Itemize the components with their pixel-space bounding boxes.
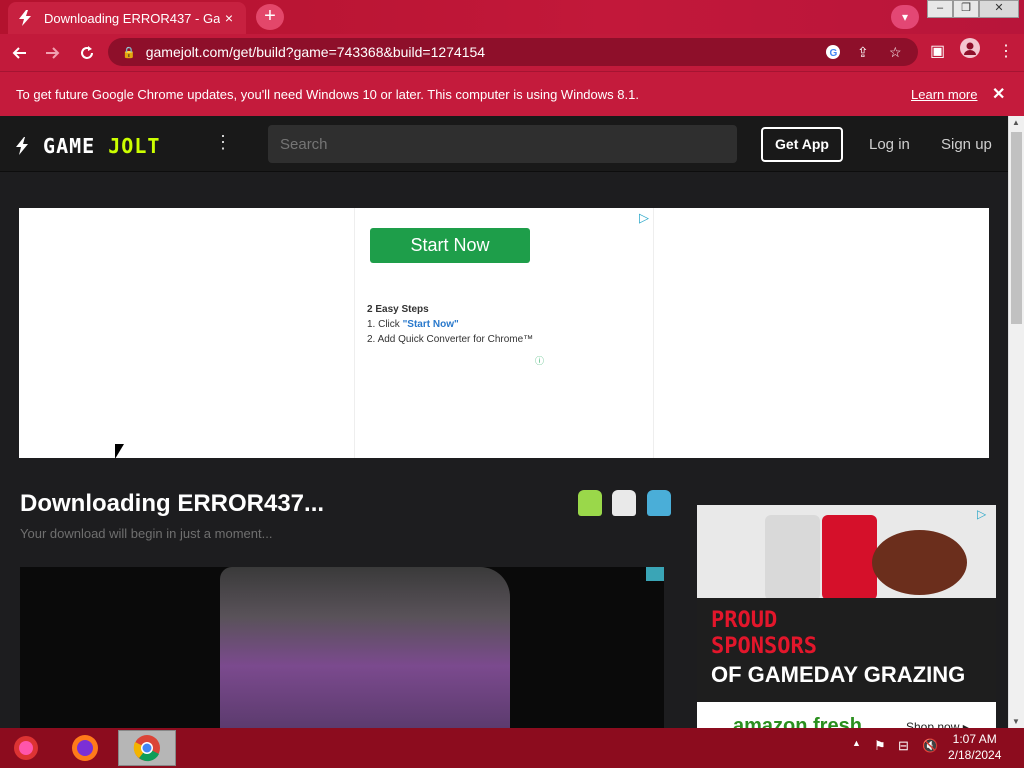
headline-line-1: PROUD [711,608,778,633]
ad-creative[interactable]: Start Now 2 Easy Steps 1. Click "Start N… [354,208,654,458]
video-product-image [220,567,510,728]
system-clock[interactable]: 1:07 AM 2/18/2024 [948,731,1001,763]
volume-muted-icon[interactable]: 🔇 [922,738,938,754]
share-icon[interactable]: ⇪ [857,44,869,61]
white-mascot-icon [612,490,637,516]
logo-game-text: GAME [43,134,96,158]
page-scrollbar[interactable]: ▲ ▼ [1008,116,1024,728]
top-banner-ad[interactable]: Start Now 2 Easy Steps 1. Click "Start N… [19,208,989,458]
window-restore-button[interactable]: ❐ [953,0,979,18]
ad-info-icon[interactable]: ⓘ [535,354,544,367]
scroll-thumb[interactable] [1011,132,1022,324]
chrome-icon[interactable] [118,730,176,766]
window-close-button[interactable]: ✕ [979,0,1019,18]
svg-text:G: G [830,48,838,59]
shop-now-button[interactable]: Shop now ▸ [906,720,969,728]
scroll-down-icon[interactable]: ▼ [1012,717,1020,726]
step-2: 2. Add Quick Converter for Chrome™ [367,334,534,345]
green-mascot-icon [578,490,602,516]
back-icon[interactable] [4,38,34,68]
headline-line-3: OF GAMEDAY GRAZING [711,662,966,687]
infobar-message: To get future Google Chrome updates, you… [16,86,639,102]
mouse-cursor [115,444,124,459]
mascot-group [578,490,677,521]
side-ad-image [697,505,996,600]
headline-line-2: SPONSORS [711,634,817,659]
amazon-fresh-logo: amazon fresh [733,715,862,728]
tab-strip: Downloading ERROR437 - GameJolt × + ▾ – … [0,0,1024,34]
screen: Downloading ERROR437 - GameJolt × + ▾ – … [0,0,1024,768]
ad-steps: 2 Easy Steps 1. Click "Start Now" 2. Add… [367,302,533,347]
steps-title: 2 Easy Steps [367,304,429,315]
clock-time: 1:07 AM [952,732,997,746]
url-text: gamejolt.com/get/build?game=743368&build… [145,44,486,60]
lock-icon[interactable]: 🔒 [122,46,136,59]
profile-icon[interactable] [960,38,980,63]
search-input[interactable] [268,125,737,163]
step-1-prefix: 1. Click [367,319,403,330]
flag-icon[interactable]: ⚑ [874,738,886,754]
browser-tab[interactable]: Downloading ERROR437 - GameJolt × [8,2,246,34]
scroll-up-icon[interactable]: ▲ [1012,118,1020,127]
forward-icon[interactable] [38,38,68,68]
toolbar: 🔒 gamejolt.com/get/build?game=743368&bui… [0,34,1024,71]
taskbar: ▲ ⚑ ⊟ 🔇 1:07 AM 2/18/2024 [0,728,1024,768]
step-1-link: "Start Now" [402,319,459,330]
page-content: Start Now 2 Easy Steps 1. Click "Start N… [0,172,1008,728]
clock-date: 2/18/2024 [948,748,1002,762]
reload-icon[interactable] [72,38,102,68]
side-ad[interactable]: PROUD SPONSORS OF GAMEDAY GRAZING amazon… [697,505,996,728]
video-ad-badge[interactable] [646,567,664,581]
infobar-close-icon[interactable]: ✕ [992,84,1005,104]
start-orb-icon[interactable] [6,730,46,766]
sidepanel-icon[interactable]: ▣ [930,41,945,61]
learn-more-link[interactable]: Learn more [911,87,977,102]
google-icon[interactable]: G [825,44,841,63]
menu-icon[interactable]: ⋮ [998,41,1014,61]
tray-expand-icon[interactable]: ▲ [852,738,861,748]
firefox-icon[interactable] [62,730,108,766]
star-icon[interactable]: ☆ [889,44,902,61]
video-ad[interactable] [20,567,664,728]
more-options-icon[interactable]: ⋮ [214,132,232,153]
football-image [872,530,967,595]
new-tab-button[interactable]: + [256,4,284,30]
login-link[interactable]: Log in [869,136,910,153]
download-title: Downloading ERROR437... [20,490,325,517]
network-icon[interactable]: ⊟ [898,738,909,754]
get-app-button[interactable]: Get App [761,127,843,162]
side-ad-headline: PROUD SPONSORS [711,608,817,660]
coca-cola-can [822,515,877,600]
blue-mascot-icon [646,490,671,516]
update-infobar: To get future Google Chrome updates, you… [0,71,1024,116]
signup-link[interactable]: Sign up [941,136,992,153]
gamejolt-favicon [16,9,34,27]
diet-coke-can [765,515,820,600]
window-minimize-button[interactable]: – [927,0,953,18]
tab-search-button[interactable]: ▾ [891,5,919,29]
side-ad-headline-panel: PROUD SPONSORS OF GAMEDAY GRAZING [697,598,996,702]
tab-title: Downloading ERROR437 - GameJolt [44,10,220,26]
site-header: GAME JOLT ⋮ Get App Log in Sign up [0,116,1008,172]
adchoices-icon[interactable]: ▷ [639,210,649,226]
tab-close-icon[interactable]: × [220,10,238,26]
start-now-button[interactable]: Start Now [370,228,530,263]
side-adchoices-icon[interactable]: ▷ [977,507,986,521]
logo-jolt-text: JOLT [108,134,161,158]
address-bar[interactable]: 🔒 gamejolt.com/get/build?game=743368&bui… [108,38,918,66]
gamejolt-logo[interactable]: GAME JOLT [14,134,160,158]
download-subtitle: Your download will begin in just a momen… [20,526,273,541]
